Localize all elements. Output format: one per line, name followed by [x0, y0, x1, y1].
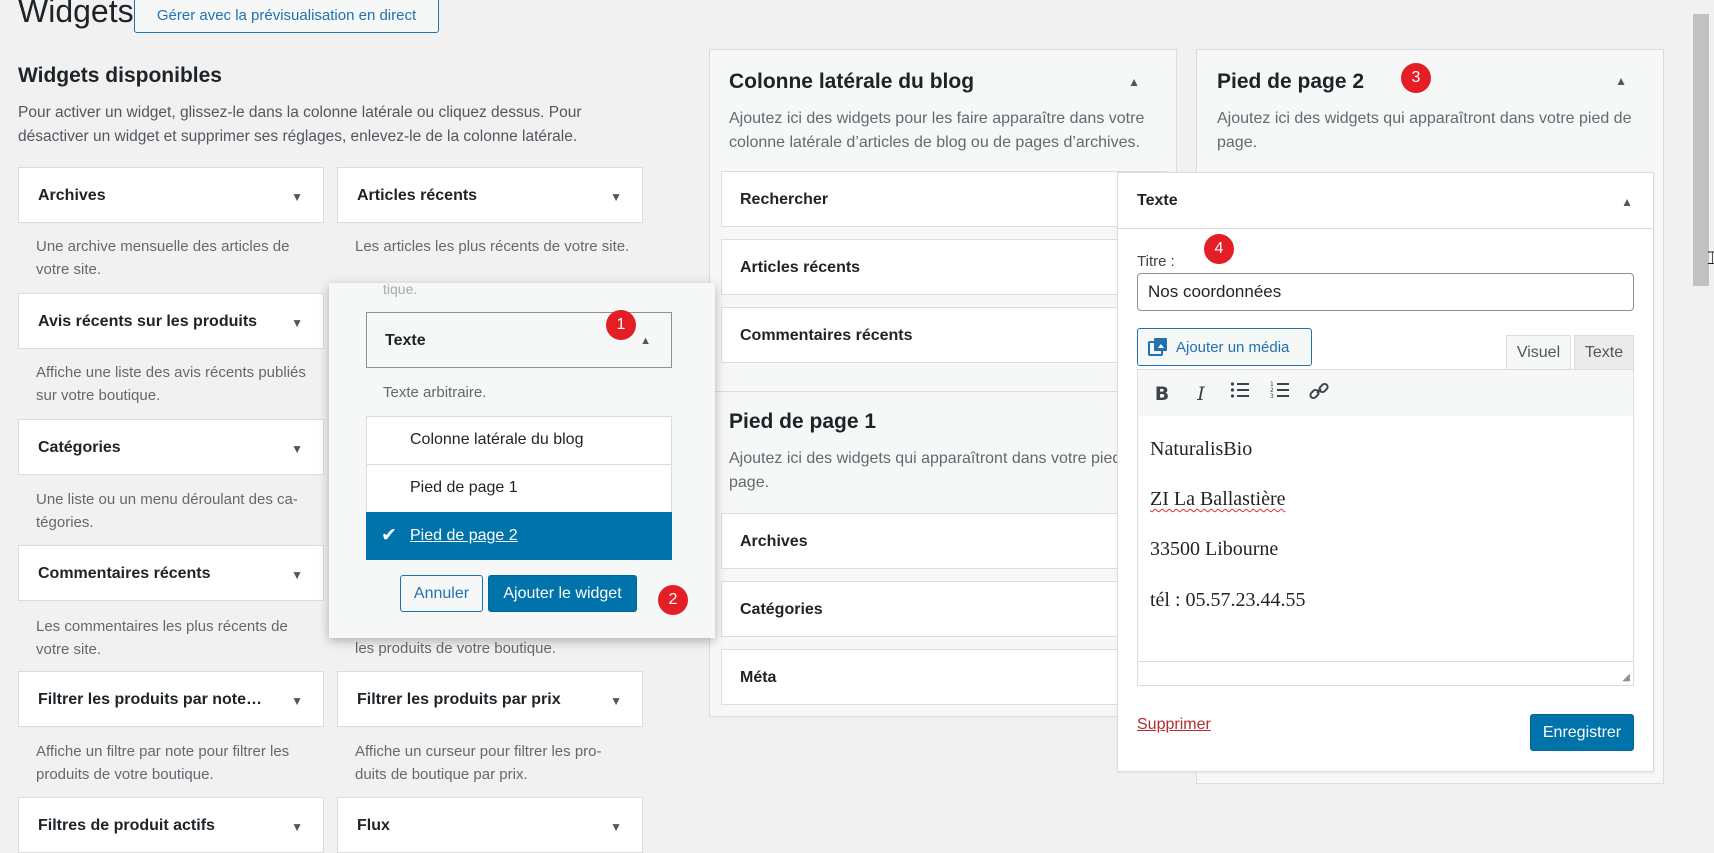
caret-down-icon[interactable]: ▼ [291, 442, 303, 456]
text-widget-title: Texte [1137, 192, 1178, 209]
widget-label: Filtres de produit actifs [38, 817, 215, 834]
footer2-description: Ajoutez ici des widgets qui apparaîtront… [1217, 110, 1632, 151]
widget-description: Affiche un filtre par note pour filtrer … [36, 743, 290, 783]
widget-description: Affiche un curseur pour filtrer les pro-… [355, 743, 602, 783]
content-line: 33500 Libourne [1150, 538, 1279, 560]
widget-filter-by-rating[interactable]: Filtrer les produits par note… ▼ [18, 671, 324, 727]
media-icon [1148, 337, 1170, 361]
faded-description: tique. [383, 281, 418, 297]
footer1-description: Ajoutez ici des widgets qui apparaîtront… [729, 450, 1144, 491]
chooser-widget-description: Texte arbitraire. [383, 384, 487, 401]
widget-recent-reviews[interactable]: Avis récents sur les produits ▼ [18, 293, 324, 349]
caret-down-icon[interactable]: ▼ [610, 694, 622, 708]
choice-sidebar-blog[interactable]: Colonne latérale du blog [366, 416, 672, 464]
sidebar-blog-panel: Colonne latérale du blog ▲ Ajoutez ici d… [709, 49, 1177, 717]
live-preview-button[interactable]: Gérer avec la prévisualisation en direct [134, 0, 439, 33]
caret-down-icon[interactable]: ▼ [291, 568, 303, 582]
widget-rss[interactable]: Flux ▼ [337, 797, 643, 853]
step-badge-1: 1 [606, 310, 636, 340]
sidebar-widget[interactable]: Commentaires récents [721, 307, 1167, 363]
italic-icon[interactable]: I [1187, 380, 1215, 408]
text-widget-editor: Texte ▲ Titre : Ajouter un média Visuel … [1117, 172, 1654, 772]
caret-up-icon[interactable]: ▲ [1128, 75, 1140, 89]
tab-text[interactable]: Texte [1574, 335, 1634, 371]
widget-archives[interactable]: Archives ▼ [18, 167, 324, 223]
available-widgets-heading: Widgets disponibles [18, 64, 222, 87]
text-widget-header[interactable]: Texte ▲ [1118, 173, 1653, 229]
widget-label: Archives [38, 187, 106, 204]
cancel-button[interactable]: Annuler [400, 575, 483, 612]
content-line: tél : 05.57.23.44.55 [1150, 589, 1306, 611]
delete-link[interactable]: Supprimer [1137, 716, 1211, 734]
caret-up-icon[interactable]: ▲ [1615, 74, 1627, 88]
widget-description: Une liste ou un menu déroulant des ca-té… [36, 491, 298, 531]
sidebar-title: Colonne latérale du blog [729, 70, 975, 93]
widget-categories[interactable]: Catégories ▼ [18, 419, 324, 475]
widget-label: Filtrer les produits par prix [357, 691, 561, 708]
content-line: ZI La Ballastière [1150, 488, 1286, 510]
link-icon[interactable] [1305, 380, 1333, 408]
footer1-widget[interactable]: Archives [721, 513, 1167, 569]
widget-recent-posts[interactable]: Articles récents ▼ [337, 167, 643, 223]
title-input[interactable] [1137, 273, 1634, 311]
widget-recent-comments[interactable]: Commentaires récents ▼ [18, 545, 324, 601]
step-badge-2: 2 [658, 585, 688, 615]
svg-text:3: 3 [1270, 393, 1274, 399]
widget-description: Une archive mensuelle des articles de vo… [36, 238, 290, 278]
footer1-title: Pied de page 1 [729, 410, 877, 433]
widget-description: Les commentaires les plus récents de vot… [36, 618, 288, 658]
widget-label: Catégories [38, 439, 121, 456]
numbered-list-icon[interactable]: 123 [1266, 380, 1294, 408]
checkmark-icon: ✔ [381, 524, 397, 546]
widget-label: Avis récents sur les produits [38, 313, 258, 330]
bold-icon[interactable]: B [1148, 380, 1176, 408]
step-badge-3: 3 [1401, 63, 1431, 93]
widget-description-partial: les produits de votre boutique. [355, 640, 556, 657]
footer1-widget[interactable]: Méta [721, 649, 1167, 705]
page-title: Widgets [18, 0, 134, 29]
chooser-widget-title: Texte [385, 332, 426, 349]
choice-footer-2[interactable]: ✔ Pied de page 2 [366, 512, 672, 560]
widget-label: Filtrer les produits par note… [38, 691, 263, 708]
widget-description: Les articles les plus récents de votre s… [355, 238, 630, 255]
add-widget-button[interactable]: Ajouter le widget [488, 575, 637, 612]
editor-toolbar: B I 123 [1137, 369, 1634, 417]
add-media-button[interactable]: Ajouter un média [1137, 328, 1312, 366]
footer2-title: Pied de page 2 [1217, 70, 1365, 93]
bullet-list-icon[interactable] [1226, 380, 1254, 408]
caret-down-icon[interactable]: ▼ [291, 190, 303, 204]
editor-statusbar: ◢ [1138, 661, 1633, 685]
editor-content[interactable]: NaturalisBio ZI La Ballastière 33500 Lib… [1137, 416, 1634, 686]
save-button[interactable]: Enregistrer [1530, 714, 1634, 751]
title-label: Titre : [1137, 253, 1175, 270]
tab-visual[interactable]: Visuel [1506, 335, 1571, 371]
caret-down-icon[interactable]: ▼ [291, 694, 303, 708]
caret-down-icon[interactable]: ▼ [291, 316, 303, 330]
content-line: NaturalisBio [1150, 438, 1253, 460]
caret-down-icon[interactable]: ▼ [610, 190, 622, 204]
widget-label: Articles récents [357, 187, 478, 204]
widget-active-filters[interactable]: Filtres de produit actifs ▼ [18, 797, 324, 853]
caret-up-icon[interactable]: ▲ [1621, 195, 1633, 209]
widget-description: Affiche une liste des avis récents publi… [36, 364, 306, 404]
scrollbar-thumb[interactable] [1693, 14, 1709, 286]
widget-label: Commentaires récents [38, 565, 211, 582]
caret-up-icon[interactable]: ▲ [640, 335, 651, 347]
footer1-widget[interactable]: Catégories [721, 581, 1167, 637]
widget-filter-by-price[interactable]: Filtrer les produits par prix ▼ [337, 671, 643, 727]
caret-down-icon[interactable]: ▼ [291, 820, 303, 834]
caret-down-icon[interactable]: ▼ [610, 820, 622, 834]
sidebar-widget[interactable]: Articles récents [721, 239, 1167, 295]
widget-chooser-popup: tique. Texte ▲ Texte arbitraire. Colonne… [329, 281, 715, 638]
divider [710, 391, 1176, 392]
sidebar-description: Ajoutez ici des widgets pour les faire a… [729, 110, 1145, 151]
resize-handle-icon[interactable]: ◢ [1622, 672, 1630, 683]
widget-label: Flux [357, 817, 390, 834]
sidebar-widget[interactable]: Rechercher [721, 171, 1167, 227]
available-widgets-description: Pour activer un widget, glissez-le dans … [18, 104, 582, 145]
choice-footer-1[interactable]: Pied de page 1 [366, 464, 672, 512]
cursor-icon: ⌶ [1707, 248, 1714, 268]
step-badge-4: 4 [1204, 234, 1234, 264]
